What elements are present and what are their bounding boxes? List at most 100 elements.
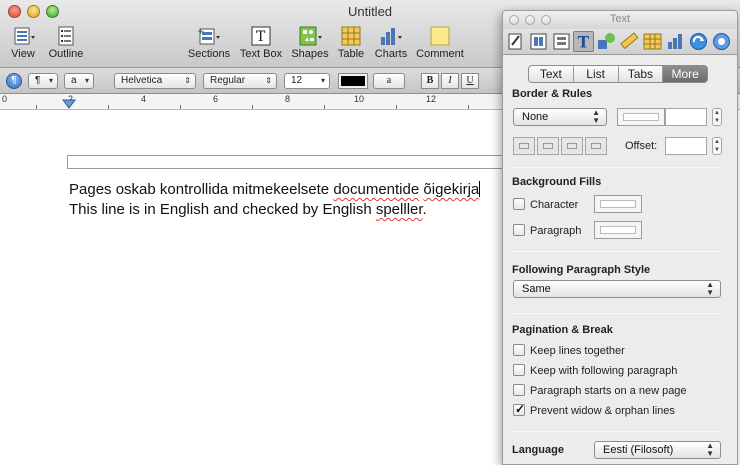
misspelled-word[interactable]: õigekirja	[423, 181, 479, 198]
section-divider	[511, 313, 721, 314]
chart-inspector-icon[interactable]	[665, 31, 686, 52]
updown-arrow-icon: ▲ ▼	[706, 280, 714, 297]
paragraph-line-1[interactable]: Pages oskab kontrollida mitmekeelsete do…	[69, 181, 481, 198]
border-preview-icon	[591, 143, 601, 149]
paragraph-fill-color-well[interactable]	[594, 221, 642, 239]
character-fill-color-well[interactable]	[594, 195, 642, 213]
keep-lines-together-checkbox[interactable]: Keep lines together	[513, 344, 625, 360]
border-top-button[interactable]	[513, 137, 535, 155]
tab-list[interactable]: List	[574, 66, 619, 82]
view-button[interactable]: View	[6, 26, 40, 64]
charts-label: Charts	[374, 48, 408, 60]
header-placeholder[interactable]	[67, 155, 507, 169]
indent-marker-icon[interactable]	[62, 98, 76, 110]
tab-text[interactable]: Text	[529, 66, 574, 82]
section-divider	[511, 251, 721, 252]
link-inspector-icon[interactable]	[688, 31, 709, 52]
outline-button[interactable]: Outline	[46, 26, 86, 64]
graphic-inspector-icon[interactable]	[596, 31, 617, 52]
following-style-popup[interactable]: Same ▲ ▼	[513, 280, 721, 298]
table-label: Table	[337, 48, 365, 60]
language-popup[interactable]: Eesti (Filosoft) ▲ ▼	[594, 441, 721, 459]
prevent-widow-label: Prevent widow & orphan lines	[530, 405, 675, 417]
border-width-stepper[interactable]: ▲ ▼	[712, 108, 722, 126]
paragraph-style-popup[interactable]: ¶ ▾	[28, 73, 58, 89]
layout-inspector-icon[interactable]	[528, 31, 549, 52]
bold-button[interactable]: B	[421, 73, 439, 89]
updown-arrow-icon: ▲ ▼	[706, 441, 714, 458]
character-style-popup[interactable]: a ▾	[64, 73, 94, 89]
paragraph-fill-checkbox[interactable]: Paragraph	[513, 224, 581, 240]
character-fill-checkbox[interactable]: Character	[513, 198, 578, 214]
comment-button[interactable]: Comment	[414, 26, 466, 64]
keep-lines-label: Keep lines together	[530, 345, 625, 357]
table-icon	[338, 26, 364, 46]
border-style-popup[interactable]: None ▲ ▼	[513, 108, 607, 126]
border-width-field[interactable]	[665, 108, 707, 126]
styles-drawer-toggle[interactable]: ¶	[6, 73, 22, 89]
text-box-label: Text Box	[239, 48, 283, 60]
border-color-well[interactable]	[617, 108, 665, 126]
metrics-inspector-icon[interactable]	[619, 31, 640, 52]
following-style-value: Same	[522, 283, 551, 295]
text-inspector-icon[interactable]: T	[573, 31, 594, 52]
border-bottom-button[interactable]	[561, 137, 583, 155]
highlight-a-glyph: a	[386, 75, 392, 86]
dropdown-arrow-icon: ▾	[320, 76, 325, 85]
new-page-checkbox[interactable]: Paragraph starts on a new page	[513, 384, 687, 400]
document-inspector-icon[interactable]	[505, 31, 526, 52]
misspelled-word[interactable]: spelller	[376, 201, 423, 218]
section-divider	[511, 167, 721, 168]
offset-label: Offset:	[625, 140, 658, 152]
ruler-number: 0	[2, 94, 8, 104]
shapes-button[interactable]: Shapes	[290, 26, 330, 64]
following-style-heading: Following Paragraph Style	[512, 264, 651, 276]
offset-stepper[interactable]: ▲ ▼	[712, 137, 722, 155]
tab-more[interactable]: More	[663, 66, 707, 82]
pagination-heading: Pagination & Break	[512, 324, 613, 336]
paragraph-line-2[interactable]: This line is in English and checked by E…	[69, 201, 427, 218]
font-style-value: Regular	[210, 75, 246, 86]
border-preview-icon	[543, 143, 553, 149]
font-size-value: 12	[291, 75, 303, 86]
text-box-button[interactable]: T Text Box	[238, 26, 284, 64]
language-label: Language	[512, 444, 564, 456]
misspelled-word[interactable]: documentide	[333, 181, 419, 198]
charts-icon	[378, 26, 404, 46]
updown-arrow-icon: ⇕	[184, 76, 191, 85]
italic-button[interactable]: I	[441, 73, 459, 89]
checkbox-box	[513, 198, 525, 210]
svg-text:T: T	[256, 29, 266, 45]
updown-arrow-icon: ⇕	[265, 76, 272, 85]
text-run: .	[422, 201, 427, 218]
border-style-value: None	[522, 111, 549, 123]
pages-window: Untitled View Outline + Sections T Text …	[0, 0, 740, 465]
keep-with-following-label: Keep with following paragraph	[530, 365, 678, 377]
prevent-widow-checkbox[interactable]: Prevent widow & orphan lines	[513, 402, 675, 420]
table-button[interactable]: Table	[336, 26, 366, 64]
text-inspector-tabs: Text List Tabs More	[528, 65, 708, 83]
inspector-titlebar[interactable]: Text	[503, 11, 737, 29]
comment-icon	[427, 26, 453, 46]
table-inspector-icon[interactable]	[642, 31, 663, 52]
wrap-inspector-icon[interactable]	[551, 31, 572, 52]
font-style-popup[interactable]: Regular ⇕	[203, 73, 277, 89]
keep-with-following-checkbox[interactable]: Keep with following paragraph	[513, 364, 677, 380]
charts-button[interactable]: Charts	[372, 26, 410, 64]
ruler-tick	[324, 105, 325, 109]
border-middle-button[interactable]	[537, 137, 559, 155]
font-family-popup[interactable]: Helvetica ⇕	[114, 73, 196, 89]
sections-button[interactable]: + Sections	[186, 26, 232, 64]
underline-button[interactable]: U	[461, 73, 479, 89]
tab-tabs[interactable]: Tabs	[619, 66, 664, 82]
font-size-field[interactable]: 12 ▾	[284, 73, 330, 89]
highlight-color-well[interactable]: a	[373, 73, 405, 89]
shapes-label: Shapes	[291, 48, 329, 60]
quicktime-inspector-icon[interactable]	[711, 31, 732, 52]
border-box-button[interactable]	[585, 137, 607, 155]
offset-field[interactable]	[665, 137, 707, 155]
text-color-well[interactable]	[338, 73, 368, 89]
character-fill-swatch	[600, 200, 636, 208]
text-inspector-panel: Text T Text List Tabs More Border & Rule…	[502, 10, 738, 465]
ruler-tick	[36, 105, 37, 109]
